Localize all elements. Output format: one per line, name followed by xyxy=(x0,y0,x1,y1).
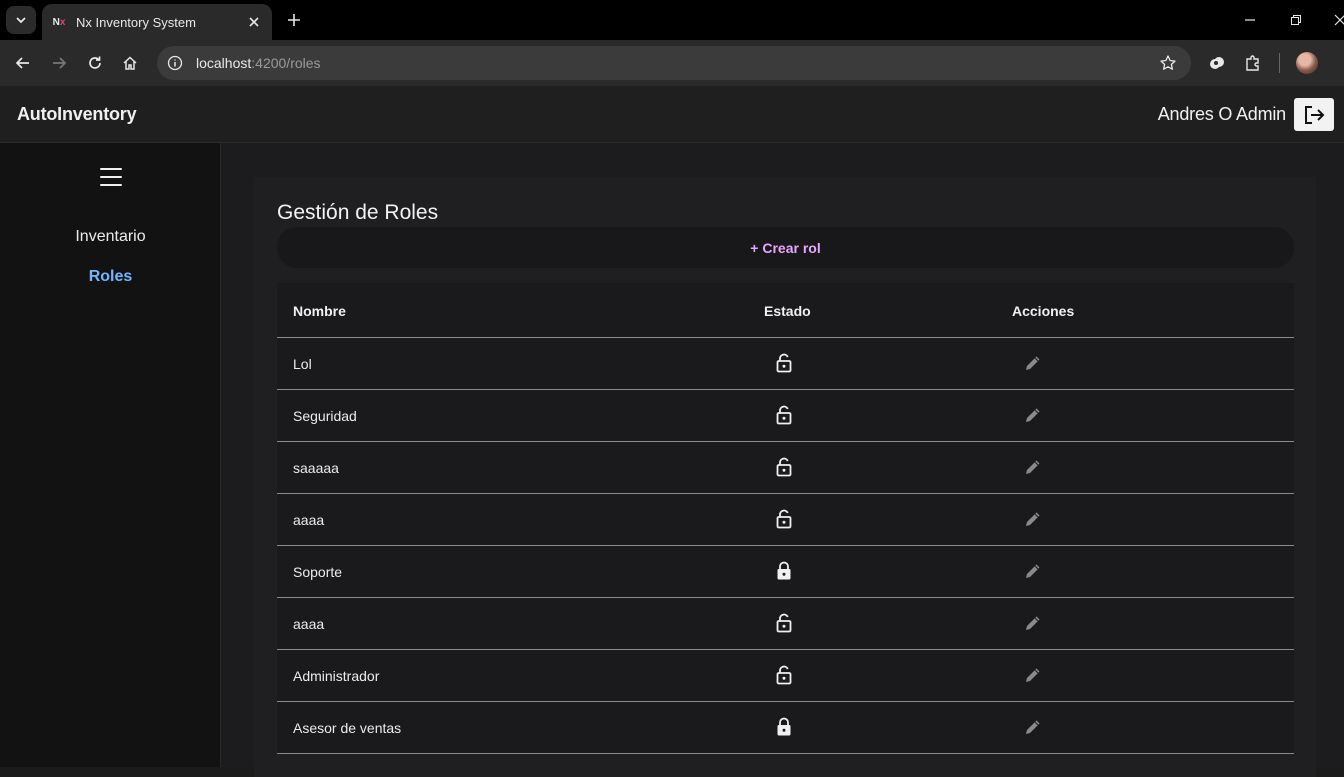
create-role-button[interactable]: + Crear rol xyxy=(277,227,1294,268)
favicon-letter: N xyxy=(52,16,60,28)
edit-icon[interactable] xyxy=(1023,509,1043,529)
role-name: Soporte xyxy=(293,564,343,580)
edit-icon[interactable] xyxy=(1023,665,1043,685)
table-body: Lol Seguridad saaaaa aaaa Soporte aaaa Adminis… xyxy=(277,338,1294,754)
role-name: aaaa xyxy=(293,616,325,632)
table-header: Nombre Estado Acciones xyxy=(277,283,1294,338)
browser-tab[interactable]: Nx Nx Inventory System xyxy=(42,4,272,40)
table-row: aaaa xyxy=(277,494,1294,546)
chevron-down-icon xyxy=(16,17,26,24)
reload-icon xyxy=(89,56,101,69)
column-header-estado: Estado xyxy=(764,303,811,319)
edit-icon[interactable] xyxy=(1023,405,1043,425)
role-name: Asesor de ventas xyxy=(293,720,402,736)
role-name: aaaa xyxy=(293,512,325,528)
restore-button[interactable] xyxy=(1284,8,1308,32)
table-row: Lol xyxy=(277,338,1294,390)
plus-icon xyxy=(288,14,300,26)
role-name: Administrador xyxy=(293,668,380,684)
table-row: Asesor de ventas xyxy=(277,702,1294,754)
nx-favicon-icon: Nx xyxy=(52,15,66,29)
role-name: Seguridad xyxy=(293,408,357,424)
roles-table: Nombre Estado Acciones Lol Seguridad saaaa… xyxy=(277,283,1294,754)
forward-button[interactable] xyxy=(46,50,72,76)
page-title: Gestión de Roles xyxy=(277,201,439,224)
bookmark-star-icon[interactable] xyxy=(1159,54,1177,72)
table-row: Seguridad xyxy=(277,390,1294,442)
brand-title: AutoInventory xyxy=(17,104,137,124)
tab-close-button[interactable] xyxy=(246,14,262,30)
menu-toggle-icon[interactable] xyxy=(98,165,124,189)
user-name: Andres O Admin xyxy=(1157,104,1286,124)
puzzle-icon xyxy=(1246,55,1259,71)
unlock-icon[interactable] xyxy=(776,613,792,633)
minimize-icon xyxy=(1245,19,1255,21)
table-row: Administrador xyxy=(277,650,1294,702)
close-icon xyxy=(1334,14,1344,26)
edit-icon[interactable] xyxy=(1023,717,1043,737)
new-tab-button[interactable] xyxy=(282,8,306,32)
close-icon xyxy=(249,17,259,27)
url-text: localhost:4200/roles xyxy=(196,55,321,71)
favicon-accent: x xyxy=(59,16,66,28)
lock-icon[interactable] xyxy=(776,717,792,737)
column-header-acciones: Acciones xyxy=(1012,303,1075,319)
toolbar-divider xyxy=(1279,53,1280,73)
extension-button[interactable] xyxy=(1204,50,1230,76)
sidebar-item-roles[interactable]: Roles xyxy=(0,268,221,286)
unlock-icon[interactable] xyxy=(776,353,792,373)
table-row: saaaaa xyxy=(277,442,1294,494)
edit-icon[interactable] xyxy=(1023,561,1043,581)
site-info-icon[interactable] xyxy=(167,55,183,71)
reload-button[interactable] xyxy=(82,50,108,76)
browser-tabbar: Nx Nx Inventory System xyxy=(0,0,1344,40)
window-close-button[interactable] xyxy=(1328,8,1344,32)
url-path: :4200/roles xyxy=(251,55,321,71)
tab-search-button[interactable] xyxy=(6,6,36,34)
restore-icon xyxy=(1291,15,1301,25)
table-row: Soporte xyxy=(277,546,1294,598)
extension-cloud-icon xyxy=(1210,57,1224,69)
logout-button[interactable] xyxy=(1294,98,1334,131)
lock-icon[interactable] xyxy=(776,561,792,581)
extensions-menu-button[interactable] xyxy=(1240,50,1266,76)
tab-title: Nx Inventory System xyxy=(76,14,196,30)
app-header: AutoInventory Andres O Admin xyxy=(0,86,1344,143)
home-button[interactable] xyxy=(117,50,143,76)
table-row: aaaa xyxy=(277,598,1294,650)
edit-icon[interactable] xyxy=(1023,457,1043,477)
back-button[interactable] xyxy=(10,50,36,76)
sidebar-item-inventario[interactable]: Inventario xyxy=(0,228,221,246)
arrow-right-icon xyxy=(53,57,67,69)
edit-icon[interactable] xyxy=(1023,353,1043,373)
minimize-button[interactable] xyxy=(1238,8,1262,32)
role-name: Lol xyxy=(293,356,312,372)
unlock-icon[interactable] xyxy=(776,509,792,529)
role-name: saaaaa xyxy=(293,460,339,476)
arrow-left-icon xyxy=(15,57,29,69)
unlock-icon[interactable] xyxy=(776,665,792,685)
profile-avatar[interactable] xyxy=(1296,52,1318,74)
column-header-nombre: Nombre xyxy=(293,303,346,319)
logout-icon xyxy=(1305,105,1325,124)
main-content: Gestión de Roles + Crear rol Nombre Esta… xyxy=(222,143,1344,777)
sidebar: Inventario Roles xyxy=(0,143,221,767)
edit-icon[interactable] xyxy=(1023,613,1043,633)
browser-toolbar: localhost:4200/roles xyxy=(0,40,1344,86)
unlock-icon[interactable] xyxy=(776,457,792,477)
address-bar[interactable]: localhost:4200/roles xyxy=(157,46,1191,80)
home-icon xyxy=(123,56,137,70)
url-host: localhost xyxy=(196,55,252,71)
unlock-icon[interactable] xyxy=(776,405,792,425)
